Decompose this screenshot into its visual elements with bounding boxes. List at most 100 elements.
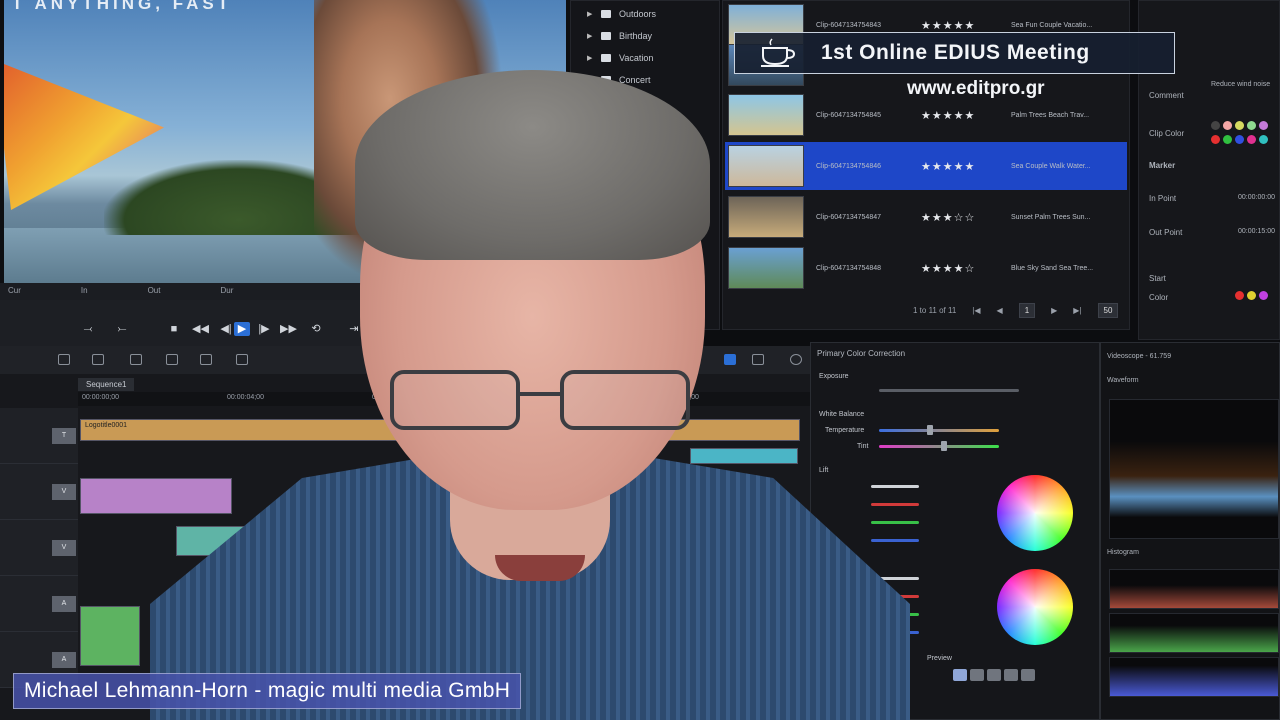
close-icon[interactable]	[790, 354, 802, 365]
stop-icon[interactable]: ■	[166, 322, 182, 336]
gamma-master-slider[interactable]	[871, 577, 919, 580]
last-page-icon[interactable]: ▶|	[1073, 306, 1081, 315]
folder-vacation[interactable]: ▶ Vacation	[587, 53, 653, 63]
video-clip[interactable]	[690, 448, 798, 464]
clip-rating[interactable]: ★★★★★	[921, 109, 1011, 122]
loop-icon[interactable]: ⟲	[308, 322, 324, 336]
transport-bar: ⤙ ⤚ ■ ◀◀ ◀| ▶ |▶ ▶▶ ⟲ ⇥	[0, 300, 570, 346]
page-number-input[interactable]: 1	[1018, 303, 1036, 318]
video-clip[interactable]	[80, 478, 232, 514]
track-header[interactable]: V	[0, 464, 78, 520]
insert-icon[interactable]: ⇥	[346, 322, 362, 336]
expand-arrow-icon[interactable]: ▶	[587, 54, 592, 62]
comment-value[interactable]: Reduce wind noise	[1211, 81, 1275, 88]
expand-arrow-icon[interactable]: ▶	[587, 32, 592, 40]
lift-blue-slider[interactable]	[871, 539, 919, 542]
lift-section[interactable]: Lift	[819, 467, 828, 474]
color-swatch[interactable]	[1259, 121, 1268, 130]
color-swatch[interactable]	[1235, 135, 1244, 144]
toolbar-tool-icon[interactable]	[92, 354, 104, 365]
play-icon[interactable]: ▶	[234, 322, 250, 336]
mark-out-icon[interactable]: ⤚	[114, 322, 130, 336]
clip-rating[interactable]: ★★★★★	[921, 19, 1011, 32]
exposure-section[interactable]: Exposure	[819, 373, 849, 380]
preview-mode-icon[interactable]	[953, 669, 967, 681]
gamma-blue-slider[interactable]	[871, 631, 919, 634]
folder-outdoors[interactable]: ▶ Outdoors	[587, 9, 656, 19]
marker-color-swatches[interactable]	[1235, 291, 1268, 300]
track-header[interactable]: T	[0, 408, 78, 464]
sequence-tab[interactable]: Sequence1	[78, 378, 135, 391]
toolbar-tool-icon[interactable]	[58, 354, 70, 365]
rewind-icon[interactable]: ◀◀	[192, 322, 209, 336]
clip-color-swatches[interactable]	[1211, 121, 1268, 130]
lift-color-wheel[interactable]	[997, 475, 1073, 551]
clip-rating[interactable]: ★★★☆☆	[921, 211, 1011, 224]
gamma-color-wheel[interactable]	[997, 569, 1073, 645]
temperature-knob[interactable]	[927, 425, 933, 435]
per-page-select[interactable]: 50	[1097, 303, 1119, 318]
step-back-icon[interactable]: ◀|	[218, 322, 234, 336]
audio-clip[interactable]	[80, 606, 140, 666]
color-swatch[interactable]	[1223, 121, 1232, 130]
toolbar-tool-icon[interactable]	[166, 354, 178, 365]
fast-forward-icon[interactable]: ▶▶	[280, 322, 297, 336]
folder-birthday[interactable]: ▶ Birthday	[587, 31, 652, 41]
pager: 1 to 11 of 11 |◀ ◀ 1 ▶ ▶| 50	[913, 303, 1119, 318]
white-balance-section[interactable]: White Balance	[819, 411, 864, 418]
preview-mode-buttons[interactable]	[953, 669, 1035, 681]
mark-in-icon[interactable]: ⤙	[80, 322, 96, 336]
clip-color-swatches-row2[interactable]	[1211, 135, 1268, 144]
temperature-slider[interactable]	[879, 429, 999, 432]
gamma-red-slider[interactable]	[871, 595, 919, 598]
color-swatch[interactable]	[1211, 135, 1220, 144]
expand-arrow-icon[interactable]: ▶	[587, 10, 592, 18]
color-swatch[interactable]	[1211, 121, 1220, 130]
preview-mode-icon[interactable]	[1021, 669, 1035, 681]
lift-red-slider[interactable]	[871, 503, 919, 506]
clip-row[interactable]: Clip-6047134754847 ★★★☆☆ Sunset Palm Tre…	[725, 193, 1127, 241]
toolbar-tool-icon[interactable]	[200, 354, 212, 365]
preview-mode-icon[interactable]	[970, 669, 984, 681]
clip-rating[interactable]: ★★★★★	[921, 160, 1011, 173]
step-forward-icon[interactable]: |▶	[256, 322, 272, 336]
waveform-select[interactable]: Waveform	[1107, 377, 1139, 384]
preview-mode-icon[interactable]	[1004, 669, 1018, 681]
toolbar-tool-icon[interactable]	[752, 354, 764, 365]
exposure-slider[interactable]	[879, 389, 1019, 392]
histogram-select[interactable]: Histogram	[1107, 549, 1139, 556]
lift-master-slider[interactable]	[871, 485, 919, 488]
color-swatch[interactable]	[1247, 121, 1256, 130]
first-page-icon[interactable]: |◀	[972, 306, 980, 315]
clip-name: Clip-6047134754846	[816, 162, 881, 170]
toolbar-tool-icon[interactable]	[130, 354, 142, 365]
lift-green-slider[interactable]	[871, 521, 919, 524]
tint-knob[interactable]	[941, 441, 947, 451]
color-swatch[interactable]	[1235, 291, 1244, 300]
color-swatch[interactable]	[1259, 135, 1268, 144]
preview-mode-icon[interactable]	[987, 669, 1001, 681]
toolbar-tool-icon[interactable]	[236, 354, 248, 365]
color-swatch[interactable]	[1235, 121, 1244, 130]
in-point-value[interactable]: 00:00:00:00	[1238, 194, 1275, 201]
video-clip[interactable]	[176, 526, 256, 556]
folder-concert[interactable]: ▶ Concert	[587, 75, 651, 85]
title-clip[interactable]: Logotitle0001	[80, 419, 800, 441]
track-header[interactable]: A	[0, 576, 78, 632]
clip-row[interactable]: Clip-6047134754848 ★★★★☆ Blue Sky Sand S…	[725, 244, 1127, 292]
color-swatch[interactable]	[1223, 135, 1232, 144]
color-swatch[interactable]	[1247, 135, 1256, 144]
expand-arrow-icon[interactable]: ▶	[587, 76, 592, 84]
color-swatch[interactable]	[1247, 291, 1256, 300]
prev-page-icon[interactable]: ◀	[997, 306, 1003, 315]
timeline-ruler[interactable]: 00:00:00;00 00:00:04;00 00:00:08;00 00:0…	[78, 392, 810, 406]
clip-row-selected[interactable]: Clip-6047134754846 ★★★★★ Sea Couple Walk…	[725, 142, 1127, 190]
clip-rating[interactable]: ★★★★☆	[921, 262, 1011, 275]
out-point-value[interactable]: 00:00:15:00	[1238, 228, 1275, 235]
tint-slider[interactable]	[879, 445, 999, 448]
track-header[interactable]: V	[0, 520, 78, 576]
toolbar-active-icon[interactable]	[724, 354, 736, 365]
gamma-green-slider[interactable]	[871, 613, 919, 616]
next-page-icon[interactable]: ▶	[1051, 306, 1057, 315]
color-swatch[interactable]	[1259, 291, 1268, 300]
